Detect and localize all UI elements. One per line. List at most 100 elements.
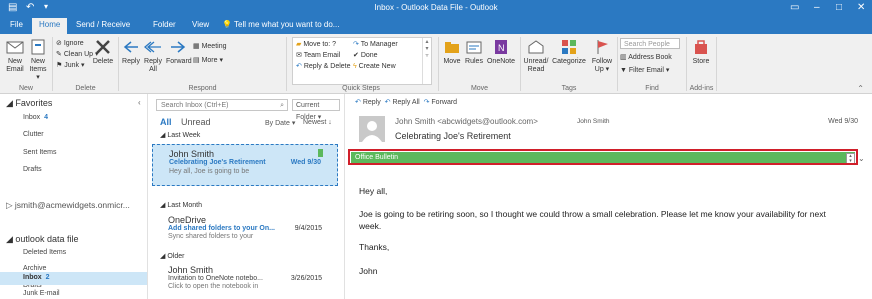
collapse-pane-icon[interactable]: ‹ [138,98,141,107]
message-item[interactable]: OneDrive Add shared folders to your On..… [152,215,338,245]
message-subject: Celebrating Joe's Retirement [169,159,266,166]
tab-view[interactable]: View [192,20,209,29]
rules-button[interactable]: Rules [464,38,484,66]
unread-count: 4 [44,114,49,121]
group-header-older[interactable]: ◢ Older [160,252,184,260]
clean-up-icon: ✎ [56,51,62,58]
folder-inbox[interactable]: Inbox 2 [23,274,50,281]
ribbon-display-options-icon[interactable]: ▭ [790,2,799,13]
message-item[interactable]: John Smith Invitation to OneNote notebo.… [152,265,338,295]
message-preview: Sync shared folders to your [168,233,254,240]
tab-home[interactable]: Home [32,18,68,34]
tab-file[interactable]: File [10,20,23,29]
store-icon [695,40,707,54]
tab-send-receive[interactable]: Send / Receive [76,20,130,29]
folder-deleted-items[interactable]: Deleted Items [23,249,66,256]
onenote-button[interactable]: N OneNote [486,38,516,66]
quick-steps-scroll[interactable]: ▴ ▾ ▿ [422,38,431,84]
favorite-inbox[interactable]: Inbox 4 [23,114,48,121]
to-manager-label: To Manager [360,41,398,48]
new-email-button[interactable]: New Email [3,38,27,74]
address-book-icon: ▥ [620,54,627,61]
quick-step-done[interactable]: ✔ Done [353,51,378,60]
onenote-icon: N [495,40,507,54]
collapse-ribbon-icon[interactable]: ⌃ [857,84,864,93]
expand-header-icon[interactable]: ⌄ [858,154,865,163]
tell-me-search[interactable]: 💡 Tell me what you want to do... [222,20,339,29]
filter-all[interactable]: All [160,117,172,127]
minimize-button[interactable]: – [814,2,820,13]
account-jsmith[interactable]: ▷ jsmith@acmewidgets.onmicr... [6,200,130,211]
forward-action[interactable]: ↷ Forward [424,99,458,106]
message-item-selected[interactable]: John Smith Celebrating Joe's Retirement … [152,144,338,186]
message-date: Wed 9/30 [290,159,321,166]
junk-icon: ⚑ [56,62,63,69]
new-email-label: New Email [6,58,24,73]
new-items-icon [31,39,45,55]
close-button[interactable]: ✕ [857,2,865,13]
follow-up-button[interactable]: Follow Up ▾ [589,38,615,74]
ignore-label: Ignore [63,40,84,47]
more-button[interactable]: ▤ More ▾ [193,56,223,65]
highlight-annotation [348,149,858,165]
group-label-respond: Respond [188,85,217,92]
reply-button[interactable]: Reply [121,38,141,66]
group-header-last-month[interactable]: ◢ Last Month [160,201,202,209]
sort-newest[interactable]: Newest ↓ [303,119,332,126]
quick-step-team-email[interactable]: ✉ Team Email [296,51,340,60]
message-date: 9/4/2015 [294,225,322,232]
forward-button[interactable]: Forward [166,38,192,66]
message-body-line: Joe is going to be retiring soon, so I t… [359,209,826,219]
reply-all-action[interactable]: ↶ Reply All [385,99,420,106]
reading-actions: ↶ Reply ↶ Reply All ↷ Forward [355,98,457,106]
folder-label: Inbox [23,274,42,281]
forward-icon [171,41,186,53]
current-folder-dropdown[interactable]: Current Folder ▾ [292,99,340,121]
rules-icon [466,41,482,54]
quick-step-to-manager[interactable]: ↷ To Manager [353,40,398,49]
message-subject: Add shared folders to your On... [168,225,275,232]
quick-step-move-to[interactable]: ▰ Move to: ? [296,40,336,49]
move-button[interactable]: Move [442,38,462,66]
favorite-sent-items[interactable]: Sent Items [23,149,56,156]
junk-button[interactable]: ⚑ Junk ▾ [56,61,84,70]
search-icon[interactable]: ⌕ [280,100,284,112]
store-button[interactable]: Store [689,38,713,66]
address-book-button[interactable]: ▥ Address Book [620,53,672,62]
flag-icon [597,40,608,54]
favorite-drafts[interactable]: Drafts [23,166,42,173]
favorites-header[interactable]: ◢ Favorites [6,98,52,109]
folder-archive[interactable]: Archive [23,265,46,272]
outlook-data-file-header[interactable]: ◢ outlook data file [6,234,78,245]
reply-all-button[interactable]: Reply All [143,38,163,74]
search-inbox-input[interactable]: Search Inbox (Ctrl+E) ⌕ [156,99,288,111]
unread-read-button[interactable]: Unread/ Read [522,38,550,74]
junk-label: Junk ▾ [64,62,85,69]
favorite-clutter[interactable]: Clutter [23,131,44,138]
message-received-date: Wed 9/30 [828,118,858,125]
filter-email-button[interactable]: ▼ Filter Email ▾ [620,66,669,75]
sender-display-name: John Smith [577,118,610,125]
search-people-input[interactable]: Search People [620,38,680,49]
quick-step-reply-delete[interactable]: ↶ Reply & Delete [296,62,351,71]
ignore-button[interactable]: ⊘ Ignore [56,39,84,48]
checkmark-icon: ✔ [353,52,359,59]
reply-action[interactable]: ↶ Reply [355,99,381,106]
categorize-button[interactable]: Categorize [551,38,587,66]
quick-step-create-new[interactable]: ϟ Create New [353,62,396,71]
maximize-button[interactable]: □ [836,2,842,13]
sender-avatar[interactable] [359,116,385,142]
filter-unread[interactable]: Unread [181,117,211,127]
sort-by-date[interactable]: By Date ▾ [265,119,295,127]
new-items-button[interactable]: New Items ▾ [27,38,49,82]
folder-junk-email[interactable]: Junk E-mail [23,290,60,297]
sender-address[interactable]: John Smith <abcwidgets@outlook.com> [395,117,538,126]
tab-folder[interactable]: Folder [153,20,176,29]
svg-text:N: N [498,43,505,53]
reply-icon: ↶ [355,99,361,106]
delete-button[interactable]: Delete [92,38,114,66]
group-header-last-week[interactable]: ◢ Last Week [160,131,200,139]
new-items-label: New Items ▾ [29,58,47,81]
meeting-button[interactable]: ▦ Meeting [193,42,226,51]
message-body-line: Thanks, [359,242,390,252]
